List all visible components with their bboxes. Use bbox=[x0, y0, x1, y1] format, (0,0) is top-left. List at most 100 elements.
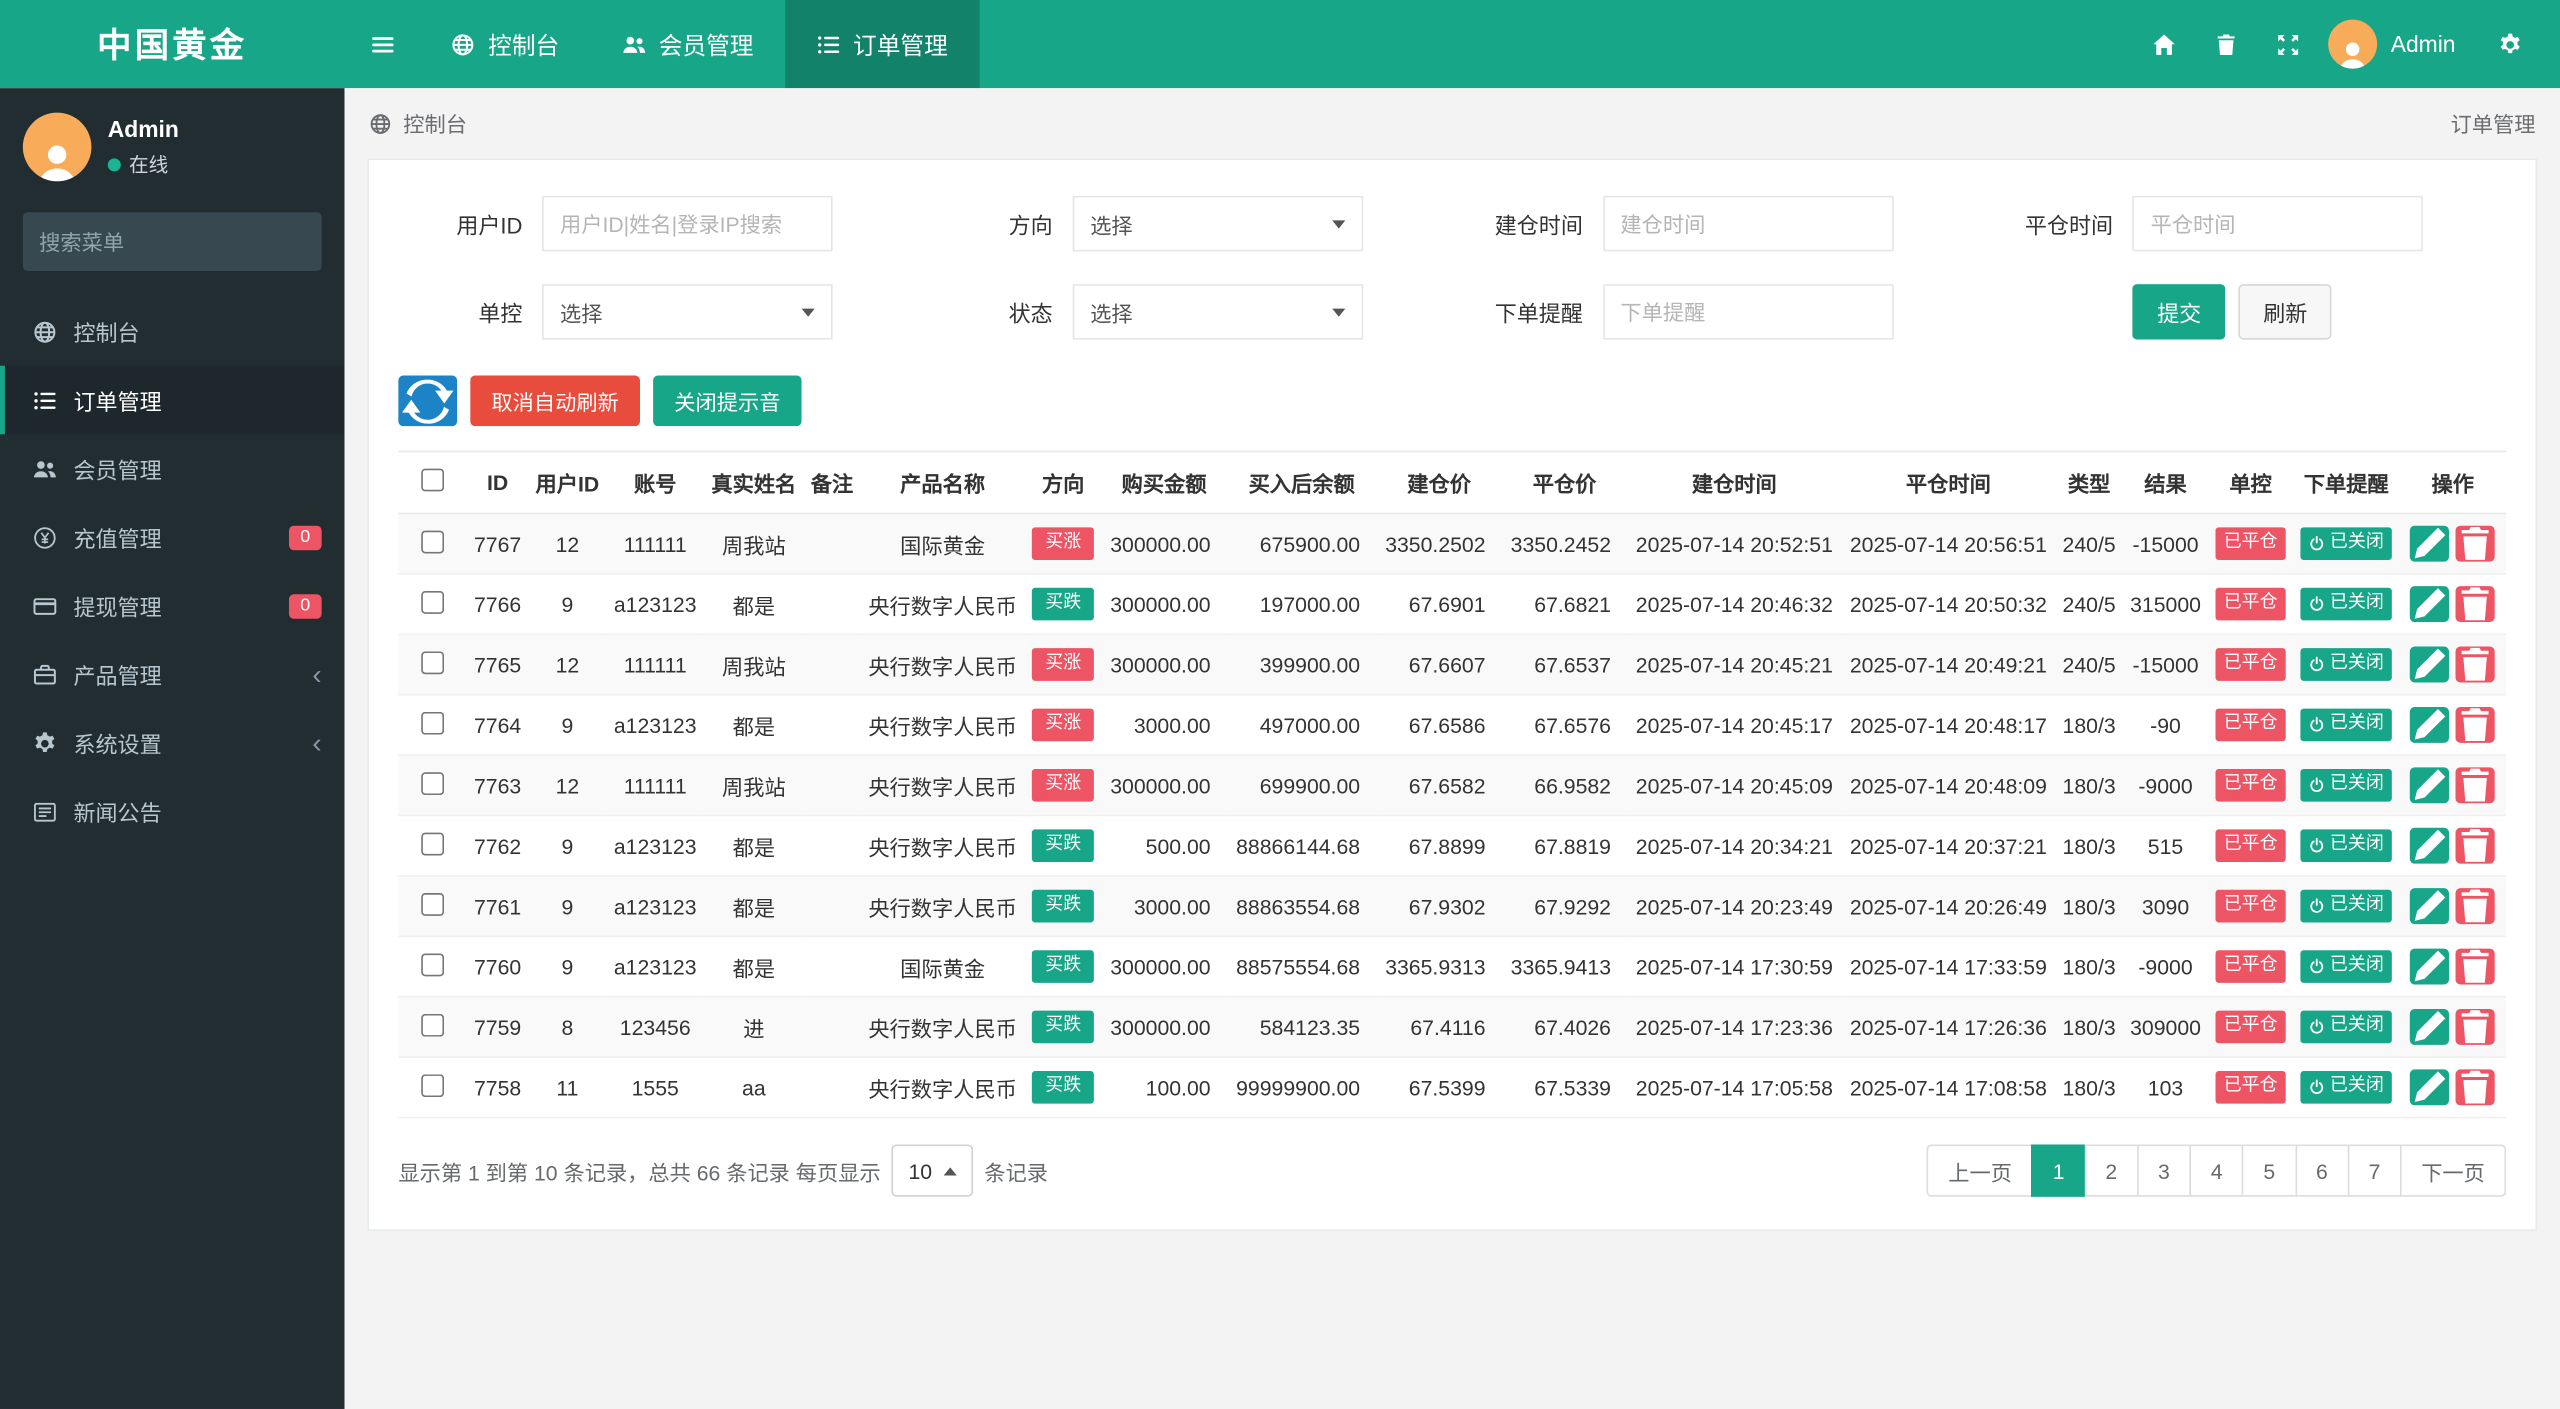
delete-button[interactable] bbox=[2456, 947, 2496, 986]
cell-user-id: 8 bbox=[528, 996, 607, 1058]
row-checkbox[interactable] bbox=[421, 590, 445, 614]
submit-button[interactable]: 提交 bbox=[2132, 284, 2226, 340]
delete-button[interactable] bbox=[2456, 827, 2496, 864]
pagination-page-7[interactable]: 7 bbox=[2347, 1144, 2402, 1197]
cell-balance: 699900.00 bbox=[1226, 755, 1377, 817]
sidebar-item-label: 产品管理 bbox=[73, 664, 162, 689]
avatar[interactable] bbox=[2328, 19, 2378, 69]
home-button[interactable] bbox=[2133, 0, 2195, 88]
row-checkbox[interactable] bbox=[421, 771, 445, 795]
cell-real-name: 都是 bbox=[703, 936, 804, 998]
cell-account: a123123 bbox=[606, 875, 704, 938]
row-checkbox[interactable] bbox=[421, 529, 445, 553]
pagination-page-2[interactable]: 2 bbox=[2084, 1144, 2139, 1197]
cancel-auto-refresh-button[interactable]: 取消自动刷新 bbox=[470, 375, 641, 427]
breadcrumb-left[interactable]: 控制台 bbox=[403, 108, 467, 139]
remind-badge[interactable]: 已关闭 bbox=[2300, 1071, 2392, 1104]
topnav-tab-1[interactable]: 会员管理 bbox=[590, 0, 784, 88]
column-header: 结果 bbox=[2122, 450, 2209, 515]
remind-badge[interactable]: 已关闭 bbox=[2300, 528, 2392, 560]
delete-button[interactable] bbox=[2456, 586, 2496, 623]
select-all-checkbox[interactable] bbox=[421, 468, 445, 492]
cell-control: 已平仓 bbox=[2208, 694, 2294, 756]
row-checkbox[interactable] bbox=[421, 952, 445, 976]
delete-button[interactable] bbox=[2456, 1008, 2496, 1045]
user-id-input[interactable] bbox=[542, 195, 833, 252]
open-time-input[interactable] bbox=[1602, 195, 1894, 252]
remind-badge[interactable]: 已关闭 bbox=[2300, 1011, 2392, 1043]
sidebar-item-2[interactable]: 会员管理 bbox=[0, 434, 344, 503]
remind-badge[interactable]: 已关闭 bbox=[2300, 648, 2392, 681]
column-header: 备注 bbox=[803, 450, 861, 515]
pagination-page-4[interactable]: 4 bbox=[2189, 1144, 2244, 1197]
row-checkbox[interactable] bbox=[421, 650, 445, 674]
edit-button[interactable] bbox=[2410, 1069, 2450, 1106]
edit-button[interactable] bbox=[2410, 525, 2450, 562]
close-time-input[interactable] bbox=[2132, 195, 2424, 252]
delete-button[interactable] bbox=[2456, 1069, 2496, 1106]
row-checkbox[interactable] bbox=[421, 1013, 445, 1036]
control-badge: 已平仓 bbox=[2215, 1071, 2286, 1104]
row-checkbox[interactable] bbox=[421, 831, 445, 855]
delete-button[interactable] bbox=[2456, 888, 2496, 925]
topnav-tab-2[interactable]: 订单管理 bbox=[784, 0, 979, 89]
sidebar-item-7[interactable]: 新闻公告 bbox=[0, 777, 344, 846]
row-checkbox-cell bbox=[398, 513, 467, 575]
direction-select[interactable]: 选择 bbox=[1072, 195, 1363, 252]
remind-badge[interactable]: 已关闭 bbox=[2300, 830, 2392, 862]
profile-avatar[interactable] bbox=[22, 112, 92, 182]
fullscreen-button[interactable] bbox=[2257, 0, 2319, 88]
pagination-next[interactable]: 下一页 bbox=[2399, 1144, 2507, 1197]
table-row: 7762 9 a123123 都是 央行数字人民币 买跌 500.00 88866144.68… bbox=[398, 815, 2507, 877]
sidebar-item-5[interactable]: 产品管理 ‹ bbox=[0, 640, 344, 709]
remind-badge[interactable]: 已关闭 bbox=[2300, 709, 2392, 741]
remind-input[interactable] bbox=[1602, 284, 1894, 340]
sidebar-item-6[interactable]: 系统设置 ‹ bbox=[0, 709, 344, 778]
control-select[interactable]: 选择 bbox=[542, 284, 833, 340]
delete-button[interactable] bbox=[2456, 646, 2496, 683]
delete-button[interactable] bbox=[2456, 706, 2496, 743]
reload-table-button[interactable] bbox=[398, 375, 458, 427]
delete-button[interactable] bbox=[2456, 767, 2496, 804]
settings-button[interactable] bbox=[2478, 0, 2540, 88]
pagination-page-6[interactable]: 6 bbox=[2294, 1144, 2349, 1197]
sidebar-item-0[interactable]: 控制台 bbox=[0, 297, 344, 366]
topnav-tab-0[interactable]: 控制台 bbox=[420, 0, 591, 88]
clear-cache-button[interactable] bbox=[2195, 0, 2257, 88]
edit-button[interactable] bbox=[2410, 1008, 2450, 1045]
pagination-prev[interactable]: 上一页 bbox=[1927, 1144, 2034, 1197]
remind-badge[interactable]: 已关闭 bbox=[2300, 950, 2392, 983]
trash-icon bbox=[2456, 947, 2495, 986]
refresh-button[interactable]: 刷新 bbox=[2238, 284, 2332, 340]
sidebar-toggle-button[interactable] bbox=[344, 0, 419, 88]
sidebar-item-1[interactable]: 订单管理 bbox=[0, 365, 345, 435]
status-select[interactable]: 选择 bbox=[1072, 284, 1363, 340]
row-checkbox[interactable] bbox=[421, 892, 445, 916]
remind-badge[interactable]: 已关闭 bbox=[2300, 890, 2392, 922]
control-badge: 已平仓 bbox=[2215, 528, 2286, 560]
pagination-page-5[interactable]: 5 bbox=[2242, 1144, 2297, 1197]
cell-open-price: 3350.2502 bbox=[1376, 513, 1502, 575]
edit-button[interactable] bbox=[2410, 646, 2450, 683]
cell-control: 已平仓 bbox=[2208, 875, 2294, 938]
pencil-icon bbox=[2410, 705, 2449, 744]
delete-button[interactable] bbox=[2456, 525, 2496, 562]
row-checkbox[interactable] bbox=[421, 711, 445, 734]
menu-search-input[interactable] bbox=[22, 212, 322, 272]
edit-button[interactable] bbox=[2410, 767, 2450, 804]
edit-button[interactable] bbox=[2410, 586, 2450, 623]
pagination-page-3[interactable]: 3 bbox=[2136, 1144, 2192, 1197]
remind-badge[interactable]: 已关闭 bbox=[2300, 588, 2392, 620]
sidebar-item-4[interactable]: 提现管理 0 bbox=[0, 571, 344, 640]
edit-button[interactable] bbox=[2410, 948, 2450, 985]
edit-button[interactable] bbox=[2410, 827, 2450, 864]
close-sound-button[interactable]: 关闭提示音 bbox=[653, 375, 802, 427]
row-checkbox[interactable] bbox=[421, 1073, 445, 1097]
remind-badge[interactable]: 已关闭 bbox=[2300, 769, 2392, 801]
pagination-page-1[interactable]: 1 bbox=[2031, 1144, 2086, 1197]
sidebar-item-3[interactable]: 充值管理 0 bbox=[0, 503, 344, 572]
edit-button[interactable] bbox=[2410, 888, 2450, 925]
edit-button[interactable] bbox=[2410, 705, 2450, 744]
page-size-select[interactable]: 10 bbox=[892, 1144, 973, 1197]
row-checkbox-cell bbox=[398, 1057, 467, 1119]
